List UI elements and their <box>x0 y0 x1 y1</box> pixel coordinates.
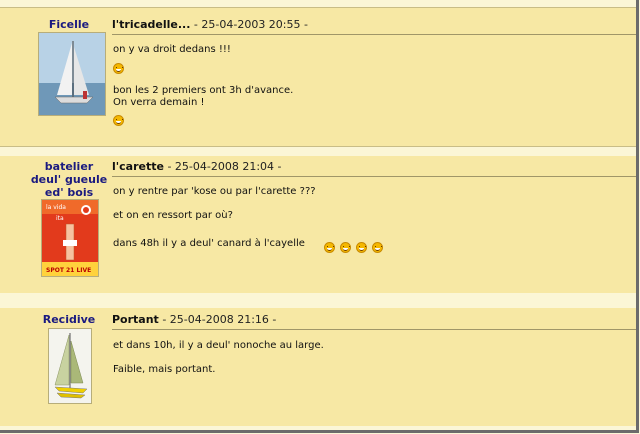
author-name[interactable]: Recidive <box>30 313 108 326</box>
author-name-line: deul' gueule <box>30 173 108 186</box>
forum-thread: Ficelle l'tricadelle... - 25-04-2003 20:… <box>0 0 639 433</box>
message-line: Faible, mais portant. <box>113 364 216 375</box>
smiley-icon <box>113 110 124 129</box>
message-line: on y rentre par 'kose ou par l'carette ?… <box>113 186 316 197</box>
divider <box>112 176 636 177</box>
smiley-icon <box>113 58 124 77</box>
message-line: on y va droit dedans !!! <box>113 44 231 55</box>
poster-text: SPOT 21 LIVE <box>46 267 91 274</box>
message-line: et on en ressort par où? <box>113 210 233 221</box>
author-name-line: ed' bois <box>44 186 94 199</box>
smiley-icon <box>372 242 384 253</box>
smiley-row <box>324 237 384 256</box>
author-name-line: batelier <box>44 160 94 173</box>
post-title[interactable]: l'carette <box>112 160 164 173</box>
divider <box>112 329 636 330</box>
message-line: dans 48h il y a deul' canard à l'cayelle <box>113 238 305 249</box>
poster-text: ita <box>56 215 64 222</box>
post-header: l'carette - 25-04-2008 21:04 - <box>112 160 282 173</box>
author-name[interactable]: Ficelle <box>30 18 108 31</box>
post-title[interactable]: Portant <box>112 313 159 326</box>
post-title[interactable]: l'tricadelle... <box>112 18 190 31</box>
smiley-icon <box>356 242 368 253</box>
message-line: bon les 2 premiers ont 3h d'avance. <box>113 85 294 96</box>
catamaran-icon <box>48 328 92 404</box>
poster-icon: la vida ita SPOT 21 LIVE <box>41 199 99 277</box>
post: Recidive Portant - 25-04-2008 21:16 - et… <box>0 308 636 426</box>
post-date: - 25-04-2008 21:04 - <box>163 160 282 173</box>
message-line: On verra demain ! <box>113 97 205 108</box>
smiley-icon <box>324 242 335 253</box>
post-date: - 25-04-2003 20:55 - <box>190 18 308 31</box>
message-line: et dans 10h, il y a deul' nonoche au lar… <box>113 340 324 351</box>
post-header: l'tricadelle... - 25-04-2003 20:55 - <box>112 18 308 31</box>
sailboat-photo-icon <box>38 32 106 116</box>
author-name[interactable]: batelier deul' gueule ed' bois <box>30 160 108 199</box>
poster-text: la vida <box>46 204 66 211</box>
smiley-icon <box>340 242 352 253</box>
post: batelier deul' gueule ed' bois la vida i… <box>0 156 636 293</box>
post-date: - 25-04-2008 21:16 - <box>158 313 277 326</box>
post: Ficelle l'tricadelle... - 25-04-2003 20:… <box>0 7 636 147</box>
divider <box>112 34 636 35</box>
post-header: Portant - 25-04-2008 21:16 - <box>112 313 276 326</box>
